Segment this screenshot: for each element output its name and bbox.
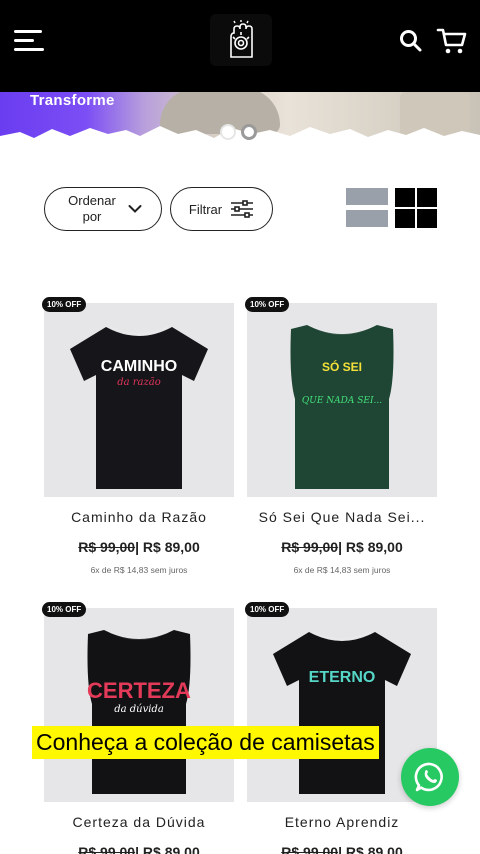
filter-button[interactable]: Filtrar xyxy=(170,187,273,231)
hamburger-menu-icon[interactable] xyxy=(14,28,46,54)
product-name[interactable]: Certeza da Dúvida xyxy=(44,814,234,830)
discount-badge: 10% OFF xyxy=(42,602,87,617)
product-price: R$ 99,00| R$ 89,00 xyxy=(247,539,437,555)
video-caption: Conheça a coleção de camisetas xyxy=(32,726,379,759)
torn-paper-edge xyxy=(0,126,480,148)
installments-text: 6x de R$ 14,83 sem juros xyxy=(293,565,391,575)
discount-badge: 10% OFF xyxy=(245,297,290,312)
hand-mandala-logo[interactable] xyxy=(210,14,272,66)
product-image[interactable]: SÓ SEI QUE NADA SEI... xyxy=(247,303,437,497)
product-name[interactable]: Caminho da Razão xyxy=(44,509,234,525)
installments-text: 6x de R$ 14,83 sem juros xyxy=(90,565,188,575)
print-subtitle: QUE NADA SEI... xyxy=(302,396,382,406)
hero-banner[interactable]: Transforme xyxy=(0,92,480,148)
print-title: SÓ SEI xyxy=(322,359,362,374)
print-subtitle: da dúvida xyxy=(114,704,164,715)
print-title: ETERNO xyxy=(309,669,376,686)
tshirt-image: SÓ SEI QUE NADA SEI... xyxy=(290,325,394,489)
sort-label: Ordenar por xyxy=(68,193,116,224)
product-price: R$ 99,00| R$ 89,00 xyxy=(247,844,437,854)
product-card[interactable]: 10% OFF SÓ SEI QUE NADA SEI... Só Sei Que N… xyxy=(245,297,437,575)
discount-badge: 10% OFF xyxy=(245,602,290,617)
sort-button[interactable]: Ordenar por xyxy=(44,187,162,231)
current-price: R$ 89,00 xyxy=(345,844,403,854)
price-separator: | xyxy=(338,539,343,555)
tshirt-image: CAMINHO da razão xyxy=(70,326,208,489)
old-price: R$ 99,00 xyxy=(281,844,339,854)
product-image[interactable]: CAMINHO da razão xyxy=(44,303,234,497)
old-price: R$ 99,00 xyxy=(281,539,339,555)
print-title: CAMINHO xyxy=(101,358,177,375)
tshirt-image: CERTEZAda dúvida xyxy=(87,630,191,794)
product-price: R$ 99,00| R$ 89,00 xyxy=(44,844,234,854)
product-name[interactable]: Só Sei Que Nada Sei... xyxy=(247,509,437,525)
tshirt-image: ETERNO xyxy=(273,631,411,794)
discount-badge: 10% OFF xyxy=(42,297,87,312)
old-price: R$ 99,00 xyxy=(78,844,136,854)
slide-dot-1[interactable] xyxy=(220,124,236,140)
banner-text: Transforme xyxy=(30,92,115,109)
list-view-icon[interactable] xyxy=(346,188,388,228)
product-image[interactable]: CERTEZA da dúvida xyxy=(44,608,234,802)
whatsapp-icon[interactable] xyxy=(401,748,459,806)
print-title: CERTEZA xyxy=(87,678,191,703)
current-price: R$ 89,00 xyxy=(345,539,403,555)
slide-dot-2[interactable] xyxy=(241,124,257,140)
top-bar xyxy=(0,0,480,92)
grid-view-icon[interactable] xyxy=(395,188,437,228)
print-subtitle: da razão xyxy=(117,377,161,388)
price-separator: | xyxy=(135,539,140,555)
current-price: R$ 89,00 xyxy=(142,844,200,854)
price-separator: | xyxy=(135,844,140,854)
price-separator: | xyxy=(338,844,343,854)
sliders-icon xyxy=(230,200,254,218)
shopping-cart-icon[interactable] xyxy=(436,26,468,56)
old-price: R$ 99,00 xyxy=(78,539,136,555)
search-icon[interactable] xyxy=(398,28,424,54)
product-name[interactable]: Eterno Aprendiz xyxy=(247,814,437,830)
filter-label: Filtrar xyxy=(188,201,223,217)
chevron-down-icon xyxy=(128,204,142,214)
product-price: R$ 99,00| R$ 89,00 xyxy=(44,539,234,555)
product-card[interactable]: 10% OFF CAMINHO da razão Caminho da Razão R$… xyxy=(42,297,234,575)
current-price: R$ 89,00 xyxy=(142,539,200,555)
